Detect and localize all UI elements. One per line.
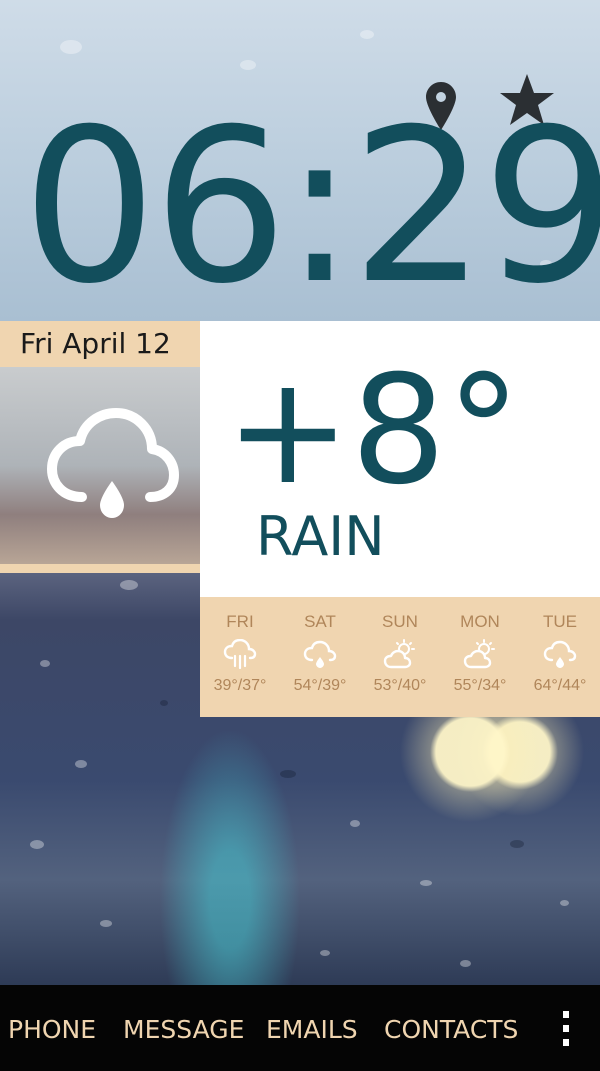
forecast-temps: 55°/34° (453, 677, 507, 694)
forecast-day-name: MON (460, 612, 500, 631)
date-label[interactable]: Fri April 12 (0, 321, 200, 367)
phone-button[interactable]: PHONE (8, 1015, 96, 1045)
forecast-day[interactable]: FRI 39°/37° (200, 597, 280, 717)
current-condition: RAIN (256, 505, 385, 568)
current-weather-icon-panel[interactable] (0, 367, 200, 573)
current-temperature-panel[interactable]: +8° RAIN (200, 321, 600, 597)
forecast-day-name: TUE (543, 612, 577, 631)
overflow-menu-icon[interactable] (556, 1009, 576, 1049)
forecast-strip[interactable]: FRI 39°/37° SAT 54°/39° SUN 53°/40° MON (200, 597, 600, 717)
forecast-temps: 64°/44° (533, 677, 587, 694)
forecast-day-name: SUN (382, 612, 418, 631)
cloud-heavy-rain-icon (223, 639, 257, 669)
emails-button[interactable]: EMAILS (266, 1015, 358, 1045)
contacts-button[interactable]: CONTACTS (384, 1015, 518, 1045)
forecast-day-name: SAT (304, 612, 336, 631)
current-temperature: +8° (225, 344, 522, 518)
forecast-day[interactable]: SUN 53°/40° (360, 597, 440, 717)
message-button[interactable]: MESSAGE (123, 1015, 244, 1045)
forecast-day[interactable]: SAT 54°/39° (280, 597, 360, 717)
forecast-temps: 54°/39° (293, 677, 347, 694)
clock-time[interactable]: 06:29 (22, 92, 600, 322)
forecast-day[interactable]: MON 55°/34° (440, 597, 520, 717)
cloud-rain-icon (47, 408, 179, 518)
forecast-day[interactable]: TUE 64°/44° (520, 597, 600, 717)
forecast-temps: 53°/40° (373, 677, 427, 694)
cloud-rain-icon (303, 640, 337, 668)
forecast-temps: 39°/37° (213, 677, 267, 694)
sun-cloud-icon (463, 639, 495, 669)
cloud-rain-icon (543, 640, 577, 668)
sun-cloud-icon (383, 639, 415, 669)
bottom-navbar: PHONE MESSAGE EMAILS CONTACTS (0, 985, 600, 1071)
forecast-day-name: FRI (226, 612, 254, 631)
